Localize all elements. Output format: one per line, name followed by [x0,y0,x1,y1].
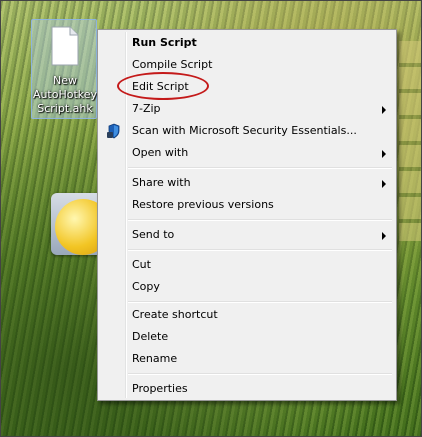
submenu-arrow-icon [382,106,386,114]
submenu-arrow-icon [382,150,386,158]
menu-item-run-script[interactable]: Run Script [100,32,394,54]
menu-item-open-with[interactable]: Open with [100,142,394,164]
menu-item-label: Restore previous versions [132,198,274,211]
menu-item-delete[interactable]: Delete [100,326,394,348]
menu-item-share-with[interactable]: Share with [100,172,394,194]
menu-item-label: Open with [132,146,189,159]
menu-separator [128,249,392,251]
menu-item-label: Rename [132,352,178,365]
file-icon [51,26,79,66]
menu-separator [128,301,392,303]
menu-item-label: Delete [132,330,169,343]
menu-item-label: Scan with Microsoft Security Essentials.… [132,124,357,137]
annotation-ellipse [117,72,209,100]
menu-item-label: Cut [132,258,151,271]
security-shield-icon [107,123,120,139]
menu-item-label: Create shortcut [132,308,218,321]
menu-item-label: Copy [132,280,160,293]
menu-item-copy[interactable]: Copy [100,276,394,298]
menu-item-7zip[interactable]: 7-Zip [100,98,394,120]
menu-item-create-shortcut[interactable]: Create shortcut [100,304,394,326]
menu-separator [128,373,392,375]
menu-item-scan-security-essentials[interactable]: Scan with Microsoft Security Essentials.… [100,120,394,142]
wallpaper-decoration [399,41,421,241]
menu-separator [128,167,392,169]
menu-item-restore-previous-versions[interactable]: Restore previous versions [100,194,394,216]
desktop-file-label: New AutoHotkey Script.ahk [32,74,98,115]
menu-item-send-to[interactable]: Send to [100,224,394,246]
menu-item-label: Share with [132,176,191,189]
desktop: New AutoHotkey Script.ahk Run Script Com… [0,0,422,437]
submenu-arrow-icon [382,232,386,240]
menu-item-cut[interactable]: Cut [100,254,394,276]
menu-item-rename[interactable]: Rename [100,348,394,370]
menu-item-label: Send to [132,228,175,241]
menu-item-label: Run Script [132,36,197,49]
menu-item-label: 7-Zip [132,102,161,115]
menu-separator [128,219,392,221]
submenu-arrow-icon [382,180,386,188]
menu-item-properties[interactable]: Properties [100,378,394,400]
menu-item-label: Properties [132,382,188,395]
desktop-file-icon[interactable]: New AutoHotkey Script.ahk [31,19,97,119]
